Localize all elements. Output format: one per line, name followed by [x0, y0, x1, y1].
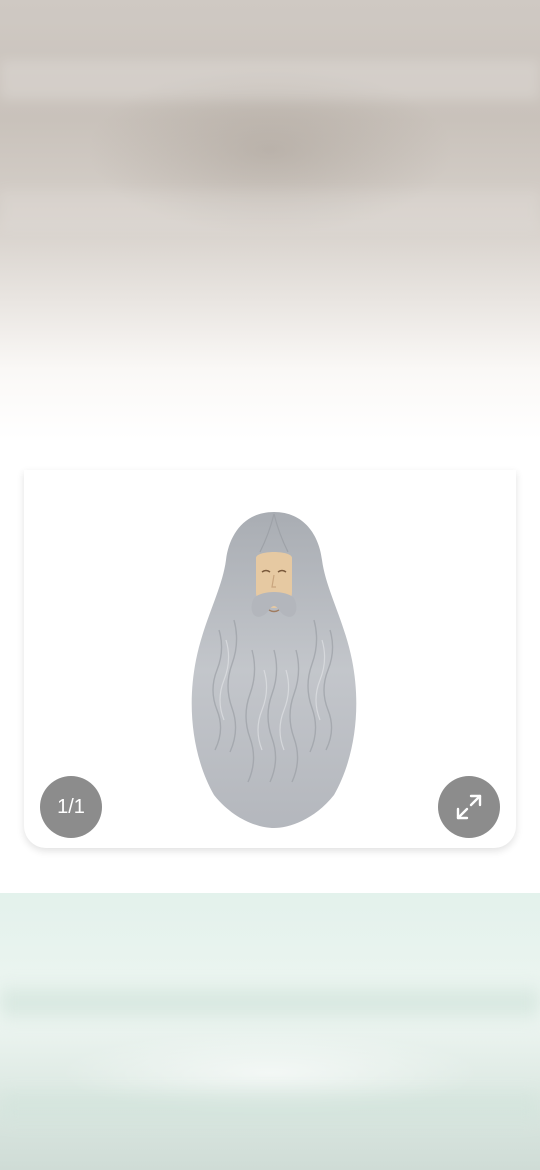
- expand-button[interactable]: [438, 776, 500, 838]
- product-image[interactable]: [174, 510, 374, 830]
- image-viewer-screen: 1/1: [0, 0, 540, 1170]
- product-image-card[interactable]: 1/1: [24, 470, 516, 848]
- image-counter[interactable]: 1/1: [40, 776, 102, 838]
- blurred-backdrop-bottom: [0, 893, 540, 1170]
- expand-arrows-icon: [456, 794, 482, 820]
- blurred-backdrop-top: [0, 0, 540, 470]
- image-counter-text: 1/1: [57, 795, 85, 818]
